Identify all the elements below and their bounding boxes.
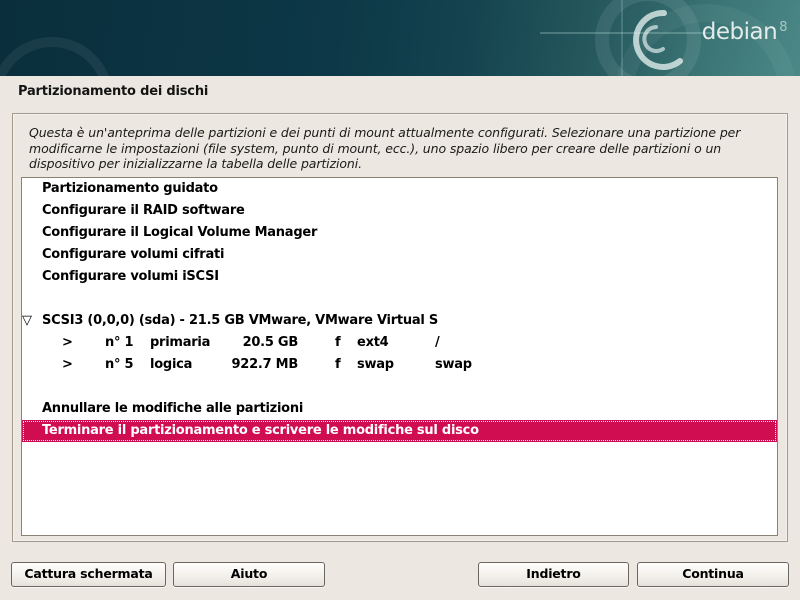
list-item-configure-raid[interactable]: Configurare il RAID software (22, 200, 777, 222)
partition-number: n° 5 (105, 354, 133, 376)
list-item-finish-partitioning-selected[interactable]: Terminare il partizionamento e scrivere … (22, 420, 777, 442)
help-button[interactable]: Aiuto (173, 562, 325, 587)
partition-filesystem: swap (357, 354, 394, 376)
disk-label: SCSI3 (0,0,0) (sda) - 21.5 GB VMware, VM… (42, 310, 438, 332)
list-item-guided-partitioning[interactable]: Partizionamento guidato (22, 178, 777, 200)
spacer-row (22, 288, 777, 310)
expand-chevron-icon[interactable]: > (62, 354, 73, 376)
back-button[interactable]: Indietro (478, 562, 629, 587)
screenshot-button[interactable]: Cattura schermata (11, 562, 166, 587)
expand-chevron-icon[interactable]: > (62, 332, 73, 354)
step-description: Questa è un'anteprima delle partizioni e… (29, 125, 777, 172)
debian-version: 8 (779, 20, 787, 35)
disk-row-sda[interactable]: ▽ SCSI3 (0,0,0) (sda) - 21.5 GB VMware, … (22, 310, 777, 332)
list-item-undo-changes[interactable]: Annullare le modifiche alle partizioni (22, 398, 777, 420)
partition-filesystem: ext4 (357, 332, 388, 354)
list-item-configure-iscsi[interactable]: Configurare volumi iSCSI (22, 266, 777, 288)
partition-row-1[interactable]: > n° 1 primaria 20.5 GB f ext4 / (22, 332, 777, 354)
list-item-configure-lvm[interactable]: Configurare il Logical Volume Manager (22, 222, 777, 244)
partition-type: logica (150, 354, 192, 376)
faint-ring (0, 42, 108, 76)
banner-artwork (0, 0, 800, 76)
partition-size: 922.7 MB (218, 354, 298, 376)
spacer-row (22, 376, 777, 398)
partition-mountpoint: swap (435, 354, 472, 376)
partition-format-flag: f (335, 354, 340, 376)
partition-row-5[interactable]: > n° 5 logica 922.7 MB f swap swap (22, 354, 777, 376)
content-frame: Questa è un'anteprima delle partizioni e… (12, 113, 788, 542)
partition-size: 20.5 GB (218, 332, 298, 354)
partition-number: n° 1 (105, 332, 133, 354)
partition-type: primaria (150, 332, 210, 354)
partition-mountpoint: / (435, 332, 440, 354)
page-title: Partizionamento dei dischi (18, 84, 208, 99)
debian-banner: debian8 (0, 0, 800, 76)
partition-format-flag: f (335, 332, 340, 354)
continue-button[interactable]: Continua (637, 562, 789, 587)
collapse-triangle-icon[interactable]: ▽ (22, 310, 40, 332)
partition-list: Partizionamento guidato Configurare il R… (21, 177, 778, 536)
list-item-configure-encrypted[interactable]: Configurare volumi cifrati (22, 244, 777, 266)
debian-wordmark: debian8 (702, 21, 787, 44)
